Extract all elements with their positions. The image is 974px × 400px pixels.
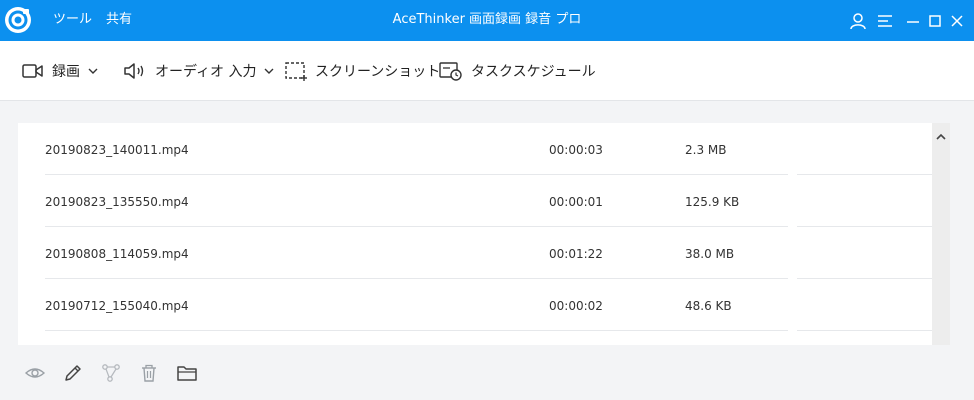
table-row[interactable]: 20190712_155040.mp4 00:00:02 48.6 KB <box>18 279 932 331</box>
task-schedule-button[interactable]: タスクスケジュール <box>439 60 596 82</box>
chevron-down-icon[interactable] <box>264 67 274 75</box>
speaker-icon <box>123 62 147 80</box>
chevron-down-icon[interactable] <box>88 67 98 75</box>
row-divider <box>797 330 932 331</box>
scroll-up-icon[interactable] <box>936 127 946 140</box>
user-icon[interactable] <box>849 12 867 30</box>
screenshot-label: スクリーンショット <box>315 64 441 80</box>
file-duration: 00:01:22 <box>549 247 603 261</box>
pencil-icon[interactable] <box>62 362 84 384</box>
file-size: 125.9 KB <box>685 195 740 209</box>
action-bar <box>0 345 974 400</box>
eye-icon[interactable] <box>24 362 46 384</box>
table-row[interactable]: 20190823_140011.mp4 00:00:03 2.3 MB <box>18 123 932 175</box>
screenshot-button[interactable]: スクリーンショット <box>285 60 440 82</box>
video-camera-icon <box>22 62 44 80</box>
file-name: 20190823_140011.mp4 <box>45 143 189 157</box>
trash-icon[interactable] <box>138 362 160 384</box>
file-duration: 00:00:03 <box>549 143 603 157</box>
screenshot-crop-icon <box>285 61 307 81</box>
audio-input-label: オーディオ 入力 <box>155 64 257 80</box>
file-duration: 00:00:01 <box>549 195 603 209</box>
recording-list-panel: 20190823_140011.mp4 00:00:03 2.3 MB 2019… <box>18 123 950 345</box>
file-duration: 00:00:02 <box>549 299 603 313</box>
folder-icon[interactable] <box>176 362 198 384</box>
list-scrollbar[interactable] <box>932 123 950 345</box>
task-schedule-label: タスクスケジュール <box>471 64 596 80</box>
file-size: 2.3 MB <box>685 143 727 157</box>
menu-icon[interactable] <box>876 12 894 30</box>
toolbar: 録画 オーディオ 入力 スクリーンショット タスクスケジュール <box>0 41 974 101</box>
row-divider <box>45 330 788 331</box>
audio-input-button[interactable]: オーディオ 入力 <box>123 60 274 82</box>
close-icon[interactable] <box>948 12 966 30</box>
share-icon[interactable] <box>100 362 122 384</box>
file-name: 20190712_155040.mp4 <box>45 299 189 313</box>
schedule-clock-icon <box>439 61 463 81</box>
file-name: 20190823_135550.mp4 <box>45 195 189 209</box>
file-name: 20190808_114059.mp4 <box>45 247 189 261</box>
table-row[interactable]: 20190823_135550.mp4 00:00:01 125.9 KB <box>18 175 932 227</box>
minimize-icon[interactable] <box>904 12 922 30</box>
file-size: 48.6 KB <box>685 299 732 313</box>
record-label: 録画 <box>52 64 80 80</box>
maximize-icon[interactable] <box>926 12 944 30</box>
window-title: AceThinker 画面録画 録音 プロ <box>392 12 582 27</box>
title-bar: ツール 共有 AceThinker 画面録画 録音 プロ <box>0 0 974 41</box>
file-size: 38.0 MB <box>685 247 735 261</box>
table-row[interactable]: 20190808_114059.mp4 00:01:22 38.0 MB <box>18 227 932 279</box>
recording-list: 20190823_140011.mp4 00:00:03 2.3 MB 2019… <box>18 123 932 331</box>
record-button[interactable]: 録画 <box>22 60 98 82</box>
